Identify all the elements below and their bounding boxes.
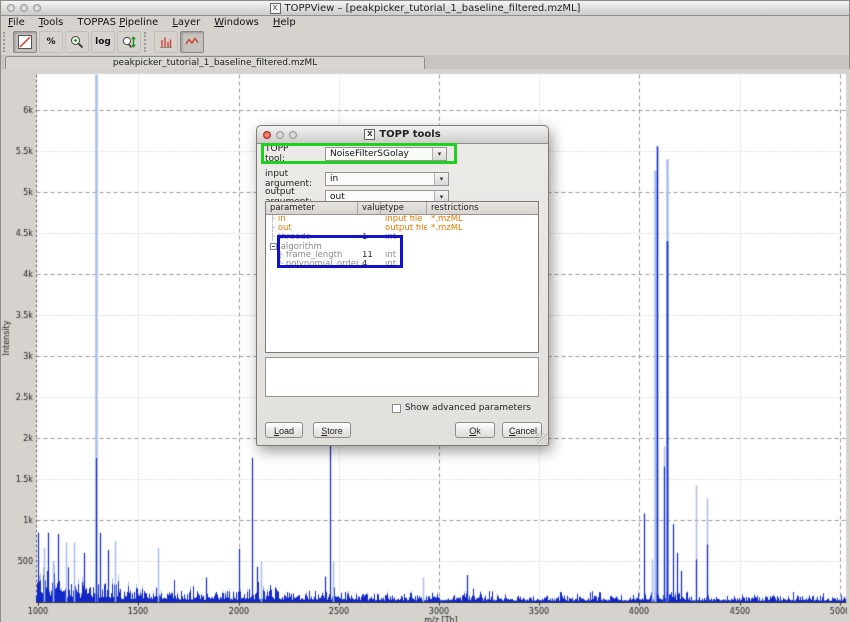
toolbar-drag-handle[interactable] [3, 32, 9, 52]
show-advanced-row: Show advanced parameters [392, 403, 531, 413]
diagonal-line-icon [17, 34, 33, 50]
line-plot-icon [184, 34, 200, 50]
store-button[interactable]: Store [313, 422, 351, 438]
parameter-value[interactable] [358, 224, 381, 233]
parameter-name: out [275, 224, 292, 233]
parameter-table-header: parameter value type restrictions [266, 202, 538, 215]
parameter-type: int [381, 233, 427, 242]
resize-grip[interactable] [536, 433, 547, 444]
parameter-name: in [275, 215, 285, 224]
parameter-restrictions: *.mzML [427, 224, 538, 233]
input-argument-select[interactable]: in ▾ [325, 172, 449, 186]
load-button[interactable]: Load [265, 422, 303, 438]
topp-tools-dialog: X TOPP tools TOPP tool: NoiseFilterSGola… [256, 125, 549, 446]
parameter-row-algorithm[interactable]: algorithm [266, 242, 538, 251]
parameter-row-threads[interactable]: ├ threads1int [266, 233, 538, 242]
topp-tool-label: TOPP tool: [265, 144, 288, 164]
menu-item-layer[interactable]: Layer [165, 17, 207, 28]
parameter-row-frame_length[interactable]: ├ frame_length11int [266, 251, 538, 260]
parameter-row-out[interactable]: ├ outoutput file*.mzML [266, 224, 538, 233]
parameter-restrictions [427, 260, 538, 269]
parameter-type: int [381, 260, 427, 269]
parameter-row-polynomial_order[interactable]: └ polynomial_order4int [266, 260, 538, 269]
log-intensity-button[interactable]: log [91, 31, 115, 53]
tab-spectrum-file[interactable]: peakpicker_tutorial_1_baseline_filtered.… [5, 56, 425, 69]
parameter-table[interactable]: parameter value type restrictions ├ inin… [265, 201, 539, 353]
parameter-restrictions [427, 251, 538, 260]
parameter-type: input file [381, 215, 427, 224]
reset-view-button[interactable] [13, 31, 37, 53]
parameter-name: algorithm [278, 242, 322, 251]
window-title: X TOPPView – [peakpicker_tutorial_1_base… [1, 3, 849, 14]
menu-item-help[interactable]: Help [266, 17, 303, 28]
parameter-name: frame_length [283, 251, 342, 260]
parameter-type: output file [381, 224, 427, 233]
parameter-description-box [265, 357, 539, 397]
parameter-value[interactable]: 4 [358, 260, 381, 269]
tab-bar: peakpicker_tutorial_1_baseline_filtered.… [1, 55, 849, 70]
chevron-down-icon: ▾ [432, 148, 446, 160]
parameter-restrictions [427, 233, 538, 242]
input-argument-label: input argument: [265, 169, 312, 189]
dialog-title: X TOPP tools [257, 129, 548, 140]
parameter-value[interactable] [358, 242, 381, 251]
toolbar: % log [1, 29, 849, 55]
magnifier-arrows-icon [121, 34, 137, 50]
percentage-intensity-button[interactable]: % [39, 31, 63, 53]
parameter-restrictions: *.mzML [427, 215, 538, 224]
log-icon: log [95, 37, 111, 47]
draw-raw-mode-button[interactable] [180, 31, 204, 53]
dialog-titlebar: X TOPP tools [257, 126, 548, 144]
parameter-type [381, 242, 427, 251]
show-advanced-checkbox[interactable] [392, 404, 401, 413]
menu-item-windows[interactable]: Windows [207, 17, 266, 28]
menu-item-tools[interactable]: Tools [32, 17, 71, 28]
ok-button[interactable]: Ok [455, 422, 495, 438]
menu-item-toppas-pipeline[interactable]: TOPPAS Pipeline [70, 17, 165, 28]
topp-tool-select[interactable]: NoiseFilterSGolay ▾ [325, 147, 447, 161]
parameter-value[interactable]: 1 [358, 233, 381, 242]
magnifier-icon [69, 34, 85, 50]
measure-mode-button[interactable] [117, 31, 141, 53]
toolbar-separator [144, 32, 150, 52]
parameter-type: int [381, 251, 427, 260]
parameter-restrictions [427, 242, 538, 251]
chevron-down-icon: ▾ [434, 173, 448, 185]
parameter-value[interactable]: 11 [358, 251, 381, 260]
menu-bar: FileToolsTOPPAS PipelineLayerWindowsHelp [1, 15, 849, 29]
dialog-icon: X [364, 129, 375, 140]
collapse-expander-icon[interactable] [270, 243, 277, 250]
percent-icon: % [46, 37, 55, 47]
stick-plot-icon [158, 34, 174, 50]
zoom-mode-button[interactable] [65, 31, 89, 53]
window-titlebar: X TOPPView – [peakpicker_tutorial_1_base… [1, 1, 849, 16]
draw-peaks-mode-button[interactable] [154, 31, 178, 53]
parameter-table-body: ├ ininput file*.mzML├ outoutput file*.mz… [266, 215, 538, 269]
parameter-row-in[interactable]: ├ ininput file*.mzML [266, 215, 538, 224]
toppview-window: X TOPPView – [peakpicker_tutorial_1_base… [0, 0, 850, 622]
app-icon: X [270, 3, 281, 14]
show-advanced-label: Show advanced parameters [405, 403, 531, 413]
menu-item-file[interactable]: File [1, 17, 32, 28]
parameter-name: polynomial_order [283, 260, 358, 269]
parameter-value[interactable] [358, 215, 381, 224]
parameter-name: threads [275, 233, 310, 242]
